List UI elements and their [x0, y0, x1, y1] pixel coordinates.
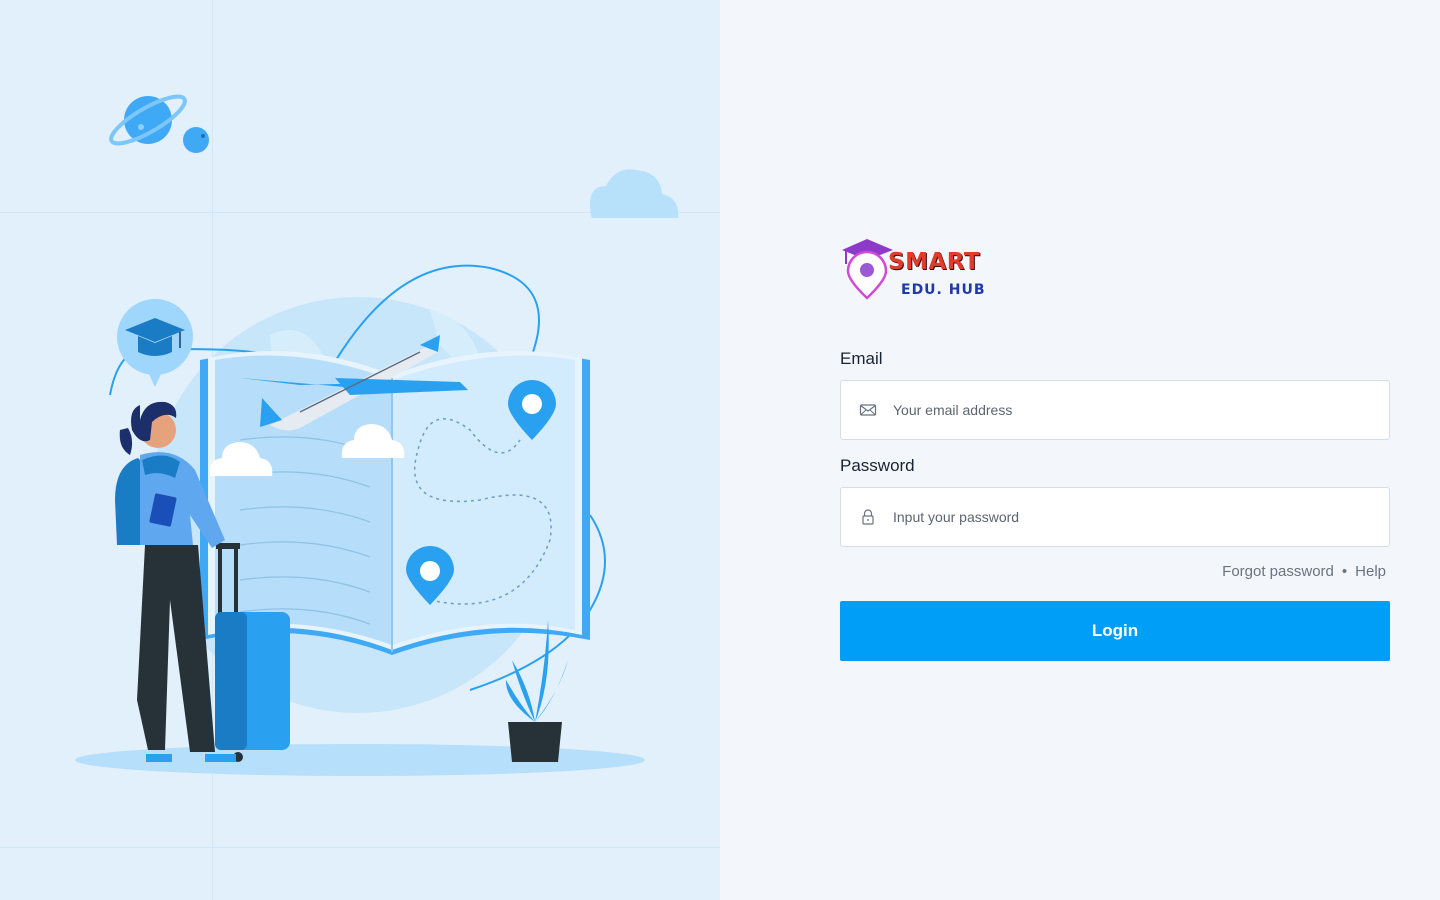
password-label: Password	[840, 456, 915, 475]
envelope-icon	[859, 404, 877, 416]
cloud-icon	[590, 169, 679, 218]
auth-help-links: Forgot password • Help	[840, 563, 1390, 580]
login-panel: SMART EDU. HUB Email Password Forgot pas…	[720, 0, 1440, 900]
email-field-container[interactable]	[840, 380, 1390, 440]
brand-name-secondary: EDU. HUB	[901, 282, 986, 298]
brand-name-primary: SMART	[888, 249, 981, 275]
help-link[interactable]: Help	[1355, 563, 1386, 580]
plant-icon	[505, 620, 568, 762]
brand-logo: SMART EDU. HUB	[840, 238, 1000, 302]
travel-study-illustration	[75, 94, 679, 776]
email-label: Email	[840, 349, 883, 368]
planet-icon	[109, 94, 209, 153]
illustration-panel	[0, 0, 720, 900]
forgot-password-link[interactable]: Forgot password	[1222, 563, 1334, 580]
login-button[interactable]: Login	[840, 601, 1390, 661]
password-input[interactable]	[893, 488, 1373, 546]
graduation-cap-icon	[117, 299, 193, 387]
link-separator: •	[1341, 563, 1348, 580]
lock-icon	[862, 509, 874, 525]
password-field-container[interactable]	[840, 487, 1390, 547]
email-input[interactable]	[893, 381, 1373, 439]
